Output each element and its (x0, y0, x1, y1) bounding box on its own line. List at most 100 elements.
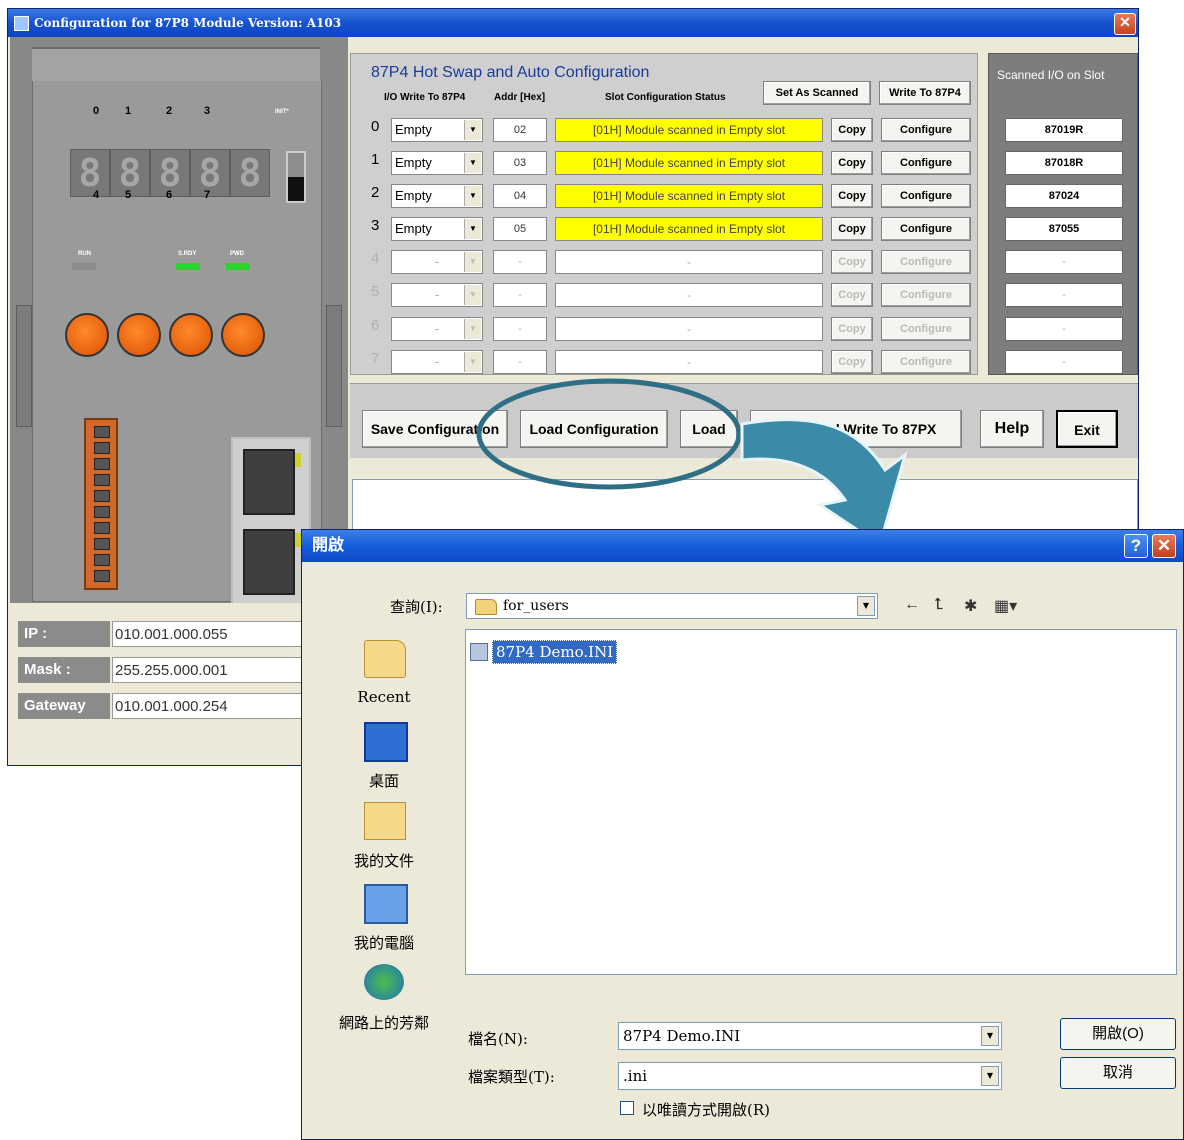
copy-button[interactable]: Copy (831, 217, 873, 241)
io-select[interactable]: Empty ▼ (391, 217, 483, 241)
back-icon[interactable]: ← (904, 596, 920, 614)
place-network[interactable]: 網路上的芳鄰 (324, 964, 444, 1033)
dropdown-arrow-icon[interactable]: ▼ (464, 120, 481, 140)
set-as-scanned-button[interactable]: Set As Scanned (763, 81, 871, 105)
slot-status: - (555, 317, 823, 341)
dropdown-arrow-icon[interactable]: ▼ (464, 319, 481, 339)
ethernet-port (243, 529, 301, 595)
terminal-pin (94, 490, 110, 502)
scanned-title: Scanned I/O on Slot (997, 68, 1105, 82)
slot-number-7: 7 (204, 189, 211, 201)
orange-button (65, 313, 109, 357)
place-label: Recent (357, 688, 411, 706)
dropdown-arrow-icon[interactable]: ▼ (464, 186, 481, 206)
dropdown-arrow-icon[interactable]: ▼ (981, 1026, 999, 1046)
dropdown-arrow-icon[interactable]: ▼ (981, 1066, 999, 1086)
addr-field[interactable]: 05 (493, 217, 547, 241)
place-label: 我的電腦 (353, 934, 414, 952)
dropdown-arrow-icon[interactable]: ▼ (857, 596, 875, 616)
addr-field[interactable]: - (493, 250, 547, 274)
slot-status: [01H] Module scanned in Empty slot (555, 151, 823, 175)
configure-button[interactable]: Configure (881, 350, 971, 374)
load-button[interactable]: Load (680, 410, 738, 448)
io-select[interactable]: - ▼ (391, 250, 483, 274)
file-name: 87P4 Demo.INI (492, 640, 618, 664)
io-select[interactable]: - ▼ (391, 317, 483, 341)
main-close-button[interactable]: ✕ (1114, 13, 1136, 35)
copy-button[interactable]: Copy (831, 283, 873, 307)
orange-button (221, 313, 265, 357)
filename-value: 87P4 Demo.INI (623, 1027, 741, 1045)
configure-button[interactable]: Configure (881, 118, 971, 142)
dropdown-arrow-icon[interactable]: ▼ (464, 219, 481, 239)
copy-button[interactable]: Copy (831, 118, 873, 142)
place-desktop[interactable]: 桌面 (324, 722, 444, 791)
dropdown-arrow-icon[interactable]: ▼ (464, 352, 481, 372)
ethernet-port (243, 449, 301, 515)
lookin-value: for_users (503, 598, 569, 614)
configure-button[interactable]: Configure (881, 283, 971, 307)
scan-and-write-button[interactable]: Scan And Write To 87PX (750, 410, 962, 448)
addr-field[interactable]: 04 (493, 184, 547, 208)
copy-button[interactable]: Copy (831, 350, 873, 374)
filename-field[interactable]: 87P4 Demo.INI ▼ (618, 1022, 1002, 1050)
copy-button[interactable]: Copy (831, 317, 873, 341)
place-my-documents[interactable]: 我的文件 (324, 802, 444, 871)
addr-field[interactable]: 02 (493, 118, 547, 142)
view-menu-icon[interactable]: ▦▾ (994, 596, 1017, 616)
io-select[interactable]: Empty ▼ (391, 151, 483, 175)
io-select-value: - (434, 354, 440, 369)
mask-label: Mask : (18, 657, 110, 683)
open-button[interactable]: 開啟(O) (1060, 1018, 1176, 1050)
main-window-title: Configuration for 87P8 Module Version: A… (34, 16, 342, 30)
place-my-computer[interactable]: 我的電腦 (324, 884, 444, 953)
dropdown-arrow-icon[interactable]: ▼ (464, 285, 481, 305)
file-list[interactable]: 87P4 Demo.INI (465, 629, 1177, 975)
srdy-led (176, 263, 200, 270)
cancel-button[interactable]: 取消 (1060, 1057, 1176, 1089)
configure-button[interactable]: Configure (881, 317, 971, 341)
dialog-help-button[interactable]: ? (1124, 534, 1148, 558)
dropdown-arrow-icon[interactable]: ▼ (464, 252, 481, 272)
load-configuration-button[interactable]: Load Configuration (520, 410, 668, 448)
terminal-pin (94, 458, 110, 470)
copy-button[interactable]: Copy (831, 184, 873, 208)
configure-button[interactable]: Configure (881, 151, 971, 175)
addr-field[interactable]: 03 (493, 151, 547, 175)
help-button[interactable]: Help (980, 410, 1044, 448)
addr-column-header: Addr [Hex] (494, 92, 546, 103)
init-label: INIT* (275, 109, 289, 115)
copy-button[interactable]: Copy (831, 151, 873, 175)
dialog-close-button[interactable]: ✕ (1152, 534, 1176, 558)
io-select[interactable]: - ▼ (391, 283, 483, 307)
io-select-value: Empty (395, 188, 432, 203)
write-to-87p4-button[interactable]: Write To 87P4 (879, 81, 971, 105)
io-select[interactable]: - ▼ (391, 350, 483, 374)
status-column-header: Slot Configuration Status (605, 92, 726, 103)
scanned-value: - (1005, 317, 1123, 341)
lookin-select[interactable]: for_users ▼ (466, 593, 878, 619)
io-select[interactable]: Empty ▼ (391, 184, 483, 208)
io-select-value: Empty (395, 122, 432, 137)
addr-field[interactable]: - (493, 350, 547, 374)
place-recent[interactable]: Recent (324, 640, 444, 706)
configure-button[interactable]: Configure (881, 250, 971, 274)
addr-field[interactable]: - (493, 317, 547, 341)
run-led-label: RUN (78, 251, 91, 257)
addr-field[interactable]: - (493, 283, 547, 307)
slot-status: [01H] Module scanned in Empty slot (555, 118, 823, 142)
dropdown-arrow-icon[interactable]: ▼ (464, 153, 481, 173)
io-select[interactable]: Empty ▼ (391, 118, 483, 142)
filetype-select[interactable]: .ini ▼ (618, 1062, 1002, 1090)
new-folder-icon[interactable]: ✱ (964, 596, 977, 616)
save-configuration-button[interactable]: Save Configuration (362, 410, 508, 448)
copy-button[interactable]: Copy (831, 250, 873, 274)
readonly-checkbox[interactable] (620, 1101, 634, 1115)
slot-number: 7 (371, 350, 380, 367)
exit-button[interactable]: Exit (1056, 410, 1118, 448)
configure-button[interactable]: Configure (881, 217, 971, 241)
configure-button[interactable]: Configure (881, 184, 971, 208)
ethernet-ports (231, 437, 311, 605)
up-folder-icon[interactable]: ⮤ (934, 596, 943, 614)
scanned-value: - (1005, 250, 1123, 274)
